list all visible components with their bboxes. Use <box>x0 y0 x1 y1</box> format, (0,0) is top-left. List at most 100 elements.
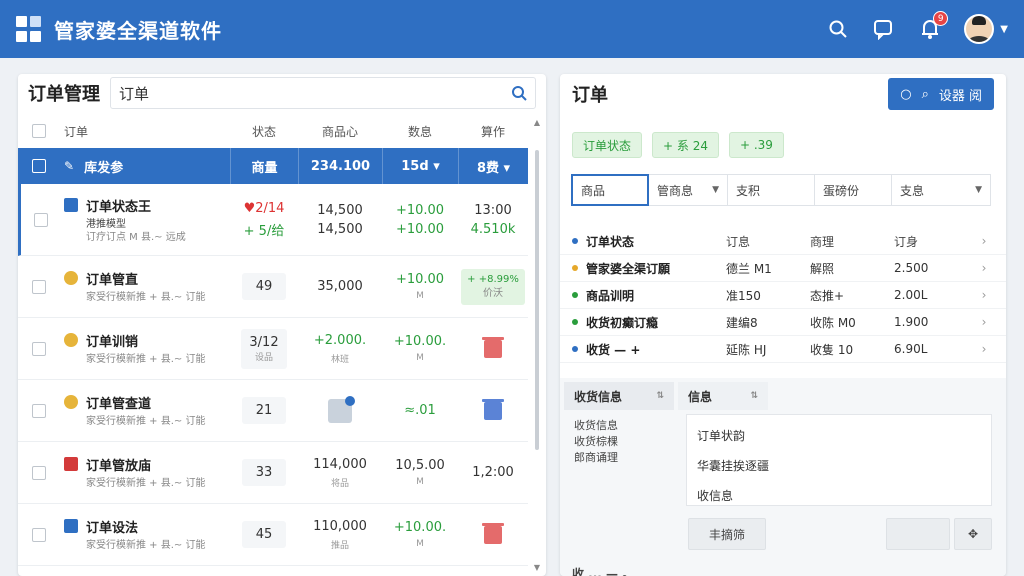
chevron-down-icon: ▼ <box>712 185 719 195</box>
flag-icon <box>64 457 78 471</box>
filter-chip[interactable]: 订单状态 <box>572 132 643 158</box>
row-cell: 商量 <box>230 148 298 184</box>
row-cell: ♥2/14 <box>243 200 285 216</box>
filter-dropdown[interactable]: 管商息 ▼ <box>648 174 728 206</box>
order-table: 订单状态 订息 商理 订身 › 管家婆全渠订願 德兰 M1 解照 2.500 ›… <box>560 228 1006 363</box>
panel-title: 订单管理 <box>28 84 100 105</box>
row-cell: 21 <box>242 397 286 424</box>
row-cell: + 5/给 <box>243 223 285 239</box>
row-cell: 14,500 <box>317 202 363 218</box>
filter-field[interactable]: 支积 <box>727 174 815 206</box>
row-checkbox[interactable] <box>32 159 46 173</box>
row-title: 订单设法 <box>86 521 139 536</box>
column-header[interactable]: 数息 <box>382 123 458 140</box>
search-icon[interactable] <box>511 85 527 101</box>
table-row[interactable]: 订单设法 家受行模新推 + 县.~ 订能 45 110,000 推品 +10.0… <box>18 504 528 566</box>
row-cell: +10.00 <box>395 272 445 287</box>
row-cell: +10.00. <box>393 520 447 535</box>
top-bar: 管家婆全渠道软件 9 ▼ <box>0 0 1024 58</box>
select-all-checkbox[interactable] <box>32 124 46 138</box>
table-header: 订单 状态 商品心 数息 算作 <box>18 114 528 148</box>
table-row[interactable]: 订单管直 家受行模新推 + 县.~ 订能 49 35,000 +10.00 M … <box>18 256 528 318</box>
row-dropdown[interactable]: 15d ▾ <box>382 148 458 184</box>
scrollbar-thumb[interactable] <box>535 150 539 450</box>
row-cell: 林班 <box>330 354 349 365</box>
row-checkbox[interactable] <box>33 212 48 227</box>
column-header[interactable]: 状态 <box>230 123 298 140</box>
row-dropdown[interactable]: 8费 ▾ <box>458 148 528 184</box>
row-subtitle: 家受行模新推 + 县.~ 订能 <box>86 416 206 427</box>
table-row[interactable]: 收货 — + 延陈 HJ 收隻 10 6.90L › <box>560 336 1006 363</box>
table-row[interactable]: 订单管查道 家受行模新推 + 县.~ 订能 21 ≈.01 <box>18 380 528 442</box>
table-row[interactable]: 订单管放庙 家受行模新推 + 县.~ 订能 33 114,000 将品 10,5… <box>18 442 528 504</box>
filter-chip[interactable]: + .39 <box>728 132 784 158</box>
row-cell: M <box>416 291 424 301</box>
row-title: 订单状态王 <box>86 199 152 215</box>
detail-labels: 收货信息 收货棕棵 郎商诵理 <box>574 419 618 464</box>
row-title: 订单管放庙 <box>86 459 152 474</box>
column-header[interactable]: 订单 <box>60 123 230 140</box>
table-row[interactable]: 管家婆全渠订願 德兰 M1 解照 2.500 › <box>560 255 1006 282</box>
row-cell: M <box>416 477 424 487</box>
action-button[interactable]: 丰摘筛 <box>688 518 766 550</box>
row-cell: ≈.01 <box>404 403 436 418</box>
message-icon[interactable] <box>872 17 896 41</box>
row-cell: 13:00 <box>474 202 512 218</box>
selected-row[interactable]: ✎ 库发参 商量 234.100 15d ▾ 8费 ▾ <box>18 148 528 184</box>
filter-dropdown[interactable]: 支息 ▼ <box>891 174 991 206</box>
search-input[interactable] <box>119 84 511 102</box>
row-cell: 49 <box>242 273 286 300</box>
chevron-right-icon: › <box>981 288 987 302</box>
row-subtitle: 订疗订点 M 县.~ 远成 <box>86 231 186 243</box>
filter-field[interactable]: 蛋磅份 <box>814 174 892 206</box>
search-icon[interactable] <box>826 17 850 41</box>
table-row[interactable]: 订单状态王 港推模型 订疗订点 M 县.~ 远成 ♥2/14 + 5/给 14,… <box>18 184 528 256</box>
bulb-icon: ○ <box>900 86 912 102</box>
table-row[interactable]: 商品训明 准150 态推+ 2.00L › <box>560 282 1006 309</box>
filter-field[interactable]: 商品 <box>571 174 649 206</box>
row-checkbox[interactable] <box>32 465 46 480</box>
row-checkbox[interactable] <box>32 527 46 542</box>
secondary-button[interactable] <box>886 518 950 550</box>
detail-section: 收货信息 ⇅ 信息 ⇅ 收货信息 收货棕棵 郎商诵理 订单状韵 华囊挂挨逐疆 收信息… <box>560 378 1006 576</box>
scroll-down-icon[interactable]: ▼ <box>532 563 542 572</box>
trash-icon[interactable] <box>482 398 504 420</box>
row-cell: 35,000 <box>317 279 363 294</box>
scroll-up-icon[interactable]: ▲ <box>532 118 542 127</box>
expand-icon[interactable]: ✥ <box>954 518 992 550</box>
column-header[interactable]: 算作 <box>458 123 528 140</box>
detail-text-area[interactable]: 订单状韵 华囊挂挨逐疆 收信息 <box>686 414 992 506</box>
scrollbar[interactable]: ▲ ▼ <box>532 114 542 574</box>
row-cell: 110,000 <box>313 518 367 534</box>
bell-icon[interactable]: 9 <box>918 11 949 41</box>
row-checkbox[interactable] <box>32 341 46 356</box>
table-row[interactable]: 收货初癫订瘾 建编8 收陈 M0 1.900 › <box>560 309 1006 336</box>
trash-icon[interactable] <box>482 522 504 544</box>
row-cell: 1,2:00 <box>472 465 514 480</box>
column-header[interactable]: 商品心 <box>298 123 382 140</box>
chevron-right-icon: › <box>981 342 987 356</box>
row-checkbox[interactable] <box>32 403 46 418</box>
settings-button[interactable]: ○ ⌕ 设器 阅 <box>888 78 994 110</box>
row-title: 订单管直 <box>86 273 139 288</box>
trash-icon[interactable] <box>482 336 504 358</box>
chevron-down-icon: ▼ <box>975 185 982 195</box>
table-row[interactable]: 订单训销 家受行模新推 + 县.~ 订能 3/12 设品 +2.000. 林班 … <box>18 318 528 380</box>
avatar[interactable] <box>964 14 995 44</box>
filter-chip[interactable]: + 系 24 <box>652 132 719 158</box>
notification-badge: 9 <box>933 11 949 26</box>
order-management-panel: 订单管理 订单 状态 商品心 数息 算作 ✎ 库发参 商量 234.100 15… <box>18 74 546 576</box>
tab-shipping-info[interactable]: 收货信息 ⇅ <box>564 382 674 410</box>
chevron-right-icon: › <box>981 261 987 275</box>
search-box[interactable] <box>110 77 536 109</box>
row-cell: 推品 <box>330 540 349 551</box>
row-subtitle: 港推模型 <box>86 218 126 230</box>
row-cell: 234.100 <box>298 148 382 184</box>
row-checkbox[interactable] <box>32 279 46 294</box>
filter-chips: 订单状态 + 系 24 + .39 <box>572 132 784 158</box>
row-cell: 114,000 <box>313 456 367 472</box>
status-badge: + +8.99% 价沃 <box>461 268 525 305</box>
tab-info[interactable]: 信息 ⇅ <box>678 382 768 410</box>
row-name: 库发参 <box>84 160 124 176</box>
chevron-down-icon[interactable]: ▼ <box>1000 24 1008 35</box>
